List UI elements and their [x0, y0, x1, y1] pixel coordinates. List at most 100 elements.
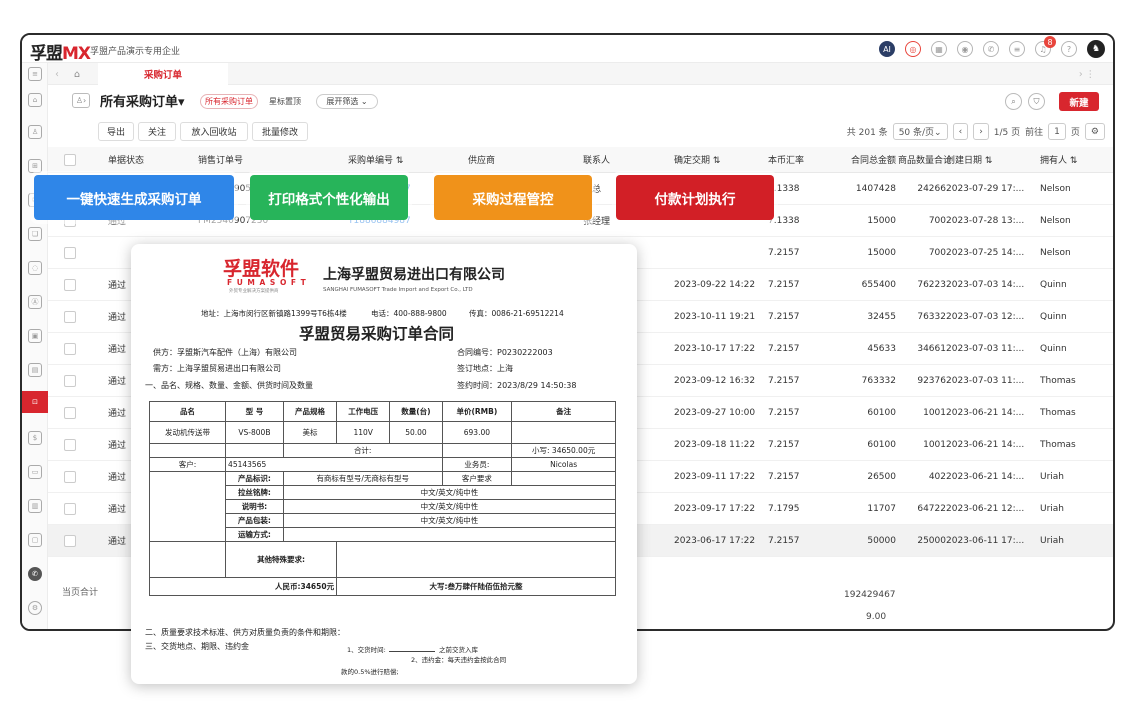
row-checkbox[interactable] — [64, 534, 76, 547]
select-all-checkbox[interactable] — [64, 153, 76, 166]
cell-created: 2023-06-21 14:... — [946, 407, 1025, 418]
col-amount[interactable]: 合同总金额 — [816, 147, 896, 172]
next-page-icon[interactable]: › — [973, 123, 989, 140]
row-checkbox[interactable] — [64, 406, 76, 419]
cell-owner: Quinn — [1040, 343, 1067, 354]
cell-rate: 7.2157 — [768, 439, 800, 450]
tab-nav-right[interactable]: › ⋮ — [1067, 63, 1107, 85]
cell-status: 通过 — [108, 409, 127, 419]
contract-th: 备注 — [511, 401, 616, 422]
col-supplier[interactable]: 供应商 — [468, 147, 495, 172]
column-settings-icon[interactable]: ⚙ — [1084, 123, 1105, 140]
cell-delivery: 2023-09-18 11:22 — [674, 439, 756, 450]
new-button[interactable]: 新建 — [1059, 92, 1099, 111]
col-created[interactable]: 创建日期 ⇅ — [946, 147, 992, 172]
org-icon[interactable]: ⊞ — [28, 159, 42, 173]
phone-icon[interactable]: ✆ — [983, 41, 999, 57]
ring-icon[interactable]: ◎ — [905, 41, 921, 57]
row-checkbox[interactable] — [64, 470, 76, 483]
target-icon[interactable]: ◉ — [957, 41, 973, 57]
search-icon[interactable]: ⌕ — [1005, 93, 1022, 110]
contract-td — [511, 421, 616, 444]
calendar-icon[interactable]: ▤ — [28, 363, 42, 377]
cell-rate: 7.1795 — [768, 503, 800, 514]
cell-owner: Quinn — [1040, 311, 1067, 322]
contract-customer: 45143565 — [225, 457, 443, 472]
col-sales-no[interactable]: 销售订单号 — [198, 147, 243, 172]
row-checkbox[interactable] — [64, 310, 76, 323]
page-title[interactable]: 所有采购订单▾ — [100, 91, 185, 110]
menu-icon[interactable]: ≡ — [28, 67, 42, 81]
home-icon[interactable]: ⌂ — [28, 93, 42, 107]
cell-amount: 11707 — [867, 503, 896, 514]
page-input[interactable]: 1 — [1048, 123, 1066, 140]
settings-icon[interactable]: ⚙ — [28, 601, 42, 615]
tab-prev-icon[interactable]: ‹ — [50, 63, 64, 85]
expand-filter-button[interactable]: 展开筛选 ⌄ — [316, 94, 378, 109]
col-delivery[interactable]: 确定交期 ⇅ — [674, 147, 720, 172]
col-owner[interactable]: 拥有人 ⇅ — [1040, 147, 1077, 172]
contract-tel: 电话：400-888-9800 — [371, 309, 447, 318]
follow-button[interactable]: 关注 — [138, 122, 176, 141]
product-icon[interactable]: ▣ — [28, 329, 42, 343]
cell-qty: 1001 — [923, 439, 946, 450]
row-checkbox[interactable] — [64, 502, 76, 515]
cell-owner: Thomas — [1040, 375, 1076, 386]
row-checkbox[interactable] — [64, 246, 76, 259]
row-checkbox[interactable] — [64, 342, 76, 355]
docs-icon[interactable]: ▭ — [28, 465, 42, 479]
customer-icon[interactable]: Ⓐ — [28, 295, 42, 309]
ai-icon[interactable]: AI — [879, 41, 895, 57]
col-status[interactable]: 单据状态 — [108, 147, 144, 172]
page-size-select[interactable]: 50 条/页⌄ — [892, 123, 948, 140]
cell-status: 通过 — [108, 537, 127, 547]
pill-star-top[interactable]: 星标置顶 — [260, 94, 310, 109]
col-contact[interactable]: 联系人 — [583, 147, 610, 172]
pill-all-orders[interactable]: 所有采购订单 — [200, 94, 258, 109]
filter-icon[interactable]: ⛉ — [1028, 93, 1045, 110]
cell-qty: 24266 — [917, 183, 946, 194]
col-qty[interactable]: 商品数量合计 — [898, 147, 952, 172]
contract-label: 说明书: — [225, 499, 284, 514]
tab-purchase-orders[interactable]: 采购订单 — [98, 63, 228, 85]
recycle-button[interactable]: 放入回收站 — [180, 122, 248, 141]
whatsapp-icon[interactable]: ✆ — [28, 567, 42, 581]
table-header: 单据状态 销售订单号 采购单编号 ⇅ 供应商 联系人 确定交期 ⇅ 本币汇率 合… — [48, 147, 1113, 173]
export-button[interactable]: 导出 — [98, 122, 134, 141]
bell-icon[interactable]: ♫ 8 — [1035, 36, 1056, 57]
cell-rate: 7.2157 — [768, 279, 800, 290]
cell-status: 通过 — [108, 281, 127, 291]
chat-icon[interactable]: ❏ — [28, 227, 42, 241]
user-icon[interactable]: ♙ — [28, 125, 42, 139]
cell-status: 通过 — [108, 505, 127, 515]
tab-home-icon[interactable]: ⌂ — [66, 63, 88, 85]
col-rate[interactable]: 本币汇率 — [768, 147, 804, 172]
message-icon[interactable]: ▢ — [28, 533, 42, 547]
cell-amount: 26500 — [867, 471, 896, 482]
batch-edit-button[interactable]: 批量修改 — [252, 122, 308, 141]
cell-status: 通过 — [108, 473, 127, 483]
avatar[interactable]: ♞ — [1087, 40, 1105, 58]
contract-label: 拉丝铭牌: — [225, 485, 284, 500]
col-po-no[interactable]: 采购单编号 ⇅ — [348, 147, 403, 172]
toolbar: 导出 关注 放入回收站 批量修改 共 201 条 50 条/页⌄ ‹ › 1/5… — [48, 117, 1113, 141]
prev-page-icon[interactable]: ‹ — [952, 123, 969, 140]
purchase-icon[interactable]: ⊡ — [22, 391, 48, 413]
help-icon[interactable]: ? — [1061, 41, 1077, 57]
finance-icon[interactable]: $ — [28, 431, 42, 445]
row-checkbox[interactable] — [64, 438, 76, 451]
contract-label: 产品标识: — [225, 471, 284, 486]
row-checkbox[interactable] — [64, 278, 76, 291]
app-logo[interactable]: 孚盟MX — [30, 39, 91, 64]
cell-created: 2023-07-03 12:... — [946, 311, 1025, 322]
sliders-icon[interactable]: ≡ — [1009, 41, 1025, 57]
report-icon[interactable]: ▥ — [28, 499, 42, 513]
cell-delivery: 2023-10-17 17:22 — [674, 343, 756, 354]
compass-icon[interactable]: ◌ — [28, 261, 42, 275]
grid-icon[interactable]: ▦ — [931, 41, 947, 57]
cell-qty: 25000 — [917, 535, 946, 546]
cell-owner: Nelson — [1040, 215, 1071, 226]
filter-user-icon[interactable]: ♙› — [72, 93, 90, 108]
row-checkbox[interactable] — [64, 374, 76, 387]
sidebar: ≡ ⌂ ♙ ⊞ ✉ ❏ ◌ Ⓐ ▣ ▤ ⊡ $ ▭ ▥ ▢ ✆ ⚙ — [22, 63, 48, 629]
